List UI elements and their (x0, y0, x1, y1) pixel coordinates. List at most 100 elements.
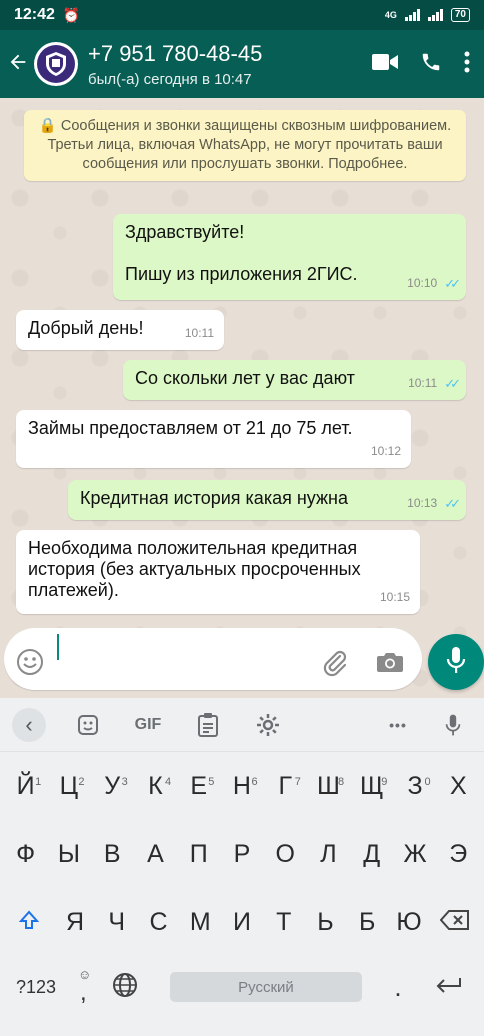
key[interactable]: Н6 (220, 766, 263, 806)
backspace-icon (439, 910, 469, 930)
key[interactable]: У3 (91, 766, 134, 806)
text-caret (57, 634, 59, 660)
key[interactable]: М (179, 902, 221, 942)
key-label: Щ (360, 772, 384, 800)
key-hint: 4 (164, 776, 172, 788)
key-label: Ш (317, 772, 340, 800)
key[interactable]: С (138, 902, 180, 942)
camera-icon[interactable] (376, 650, 404, 679)
key-row-2: Ф Ы В А П Р О Л Д Ж Э (0, 820, 484, 888)
message-bubble[interactable]: Необходима положительная кредитная истор… (16, 530, 420, 614)
system-nav-bar (0, 1022, 484, 1036)
key[interactable]: Ь (305, 902, 347, 942)
more-menu-icon[interactable] (464, 51, 470, 78)
key[interactable]: З0 (393, 766, 436, 806)
key-hint: 8 (338, 776, 345, 788)
enter-key[interactable] (418, 977, 480, 998)
key[interactable]: Ж (393, 834, 436, 874)
key[interactable]: Щ9 (350, 766, 393, 806)
shift-key[interactable] (4, 902, 54, 942)
key[interactable]: Э (437, 834, 480, 874)
key[interactable]: Ы (47, 834, 90, 874)
contact-info[interactable]: +7 951 780-48-45 был(-а) сегодня в 10:47 (88, 41, 262, 88)
avatar[interactable] (34, 42, 78, 86)
keyboard-toolbar: ‹ GIF ••• (0, 698, 484, 752)
chat-header: +7 951 780-48-45 был(-а) сегодня в 10:47 (0, 30, 484, 98)
microphone-icon (446, 646, 466, 679)
settings-gear-icon[interactable] (238, 713, 298, 737)
message-text: Необходима положительная кредитная истор… (28, 538, 361, 600)
backspace-key[interactable] (430, 902, 480, 942)
key-hint: 1 (35, 776, 42, 788)
key[interactable]: Т (263, 902, 305, 942)
gif-button[interactable]: GIF (118, 716, 178, 734)
read-ticks-icon: ✓✓ (444, 376, 461, 391)
message-meta: 10:10 ✓✓ (407, 273, 461, 294)
key[interactable]: Ю (388, 902, 430, 942)
key-hint: 6 (251, 776, 258, 788)
globe-icon[interactable] (102, 972, 148, 1003)
key-hint: 5 (208, 776, 215, 788)
chat-area[interactable]: 🔒 Сообщения и звонки защищены сквозным ш… (0, 98, 484, 698)
emoji-icon[interactable] (16, 648, 44, 681)
key[interactable]: Б (346, 902, 388, 942)
key[interactable]: Ф (4, 834, 47, 874)
key[interactable]: П (177, 834, 220, 874)
voice-record-button[interactable] (428, 634, 484, 690)
space-key[interactable]: Русский (170, 972, 362, 1002)
video-call-icon[interactable] (372, 53, 398, 76)
key-label: Ц (59, 772, 79, 800)
key[interactable]: К4 (134, 766, 177, 806)
back-arrow-icon[interactable] (4, 48, 32, 80)
clipboard-icon[interactable] (178, 712, 238, 738)
message-bubble[interactable]: Со скольки лет у вас дают 10:11 ✓✓ (123, 360, 466, 400)
voice-call-icon[interactable] (420, 51, 442, 78)
key[interactable]: Д (350, 834, 393, 874)
key-label: Х (449, 772, 467, 800)
key[interactable]: Е5 (177, 766, 220, 806)
key[interactable]: А (134, 834, 177, 874)
key[interactable]: Р (220, 834, 263, 874)
key-label: З (407, 772, 423, 800)
period-key[interactable]: . (378, 972, 418, 1003)
message-meta: 10:15 (380, 587, 410, 608)
key[interactable]: Я (54, 902, 96, 942)
message-bubble[interactable]: Кредитная история какая нужна 10:13 ✓✓ (68, 480, 466, 520)
chevron-left-icon[interactable]: ‹ (12, 707, 46, 742)
key-hint: 2 (78, 776, 85, 788)
key[interactable]: О (264, 834, 307, 874)
key[interactable]: Г7 (264, 766, 307, 806)
comma-label: , (80, 979, 87, 1006)
sticker-icon[interactable] (58, 713, 118, 737)
attach-icon[interactable] (320, 648, 350, 683)
status-bar: 12:42 ⏰ 4G 70 (0, 0, 484, 30)
more-options-button[interactable]: ••• (368, 717, 428, 733)
key[interactable]: Ш8 (307, 766, 350, 806)
message-bubble[interactable]: Здравствуйте! Пишу из приложения 2ГИС. 1… (113, 214, 466, 300)
comma-key[interactable]: ☺ , (68, 967, 102, 1007)
message-text: Кредитная история какая нужна (80, 488, 348, 508)
key[interactable]: И (221, 902, 263, 942)
message-meta: 10:13 ✓✓ (407, 493, 461, 514)
encryption-notice[interactable]: 🔒 Сообщения и звонки защищены сквозным ш… (24, 110, 466, 181)
key[interactable]: Й1 (4, 766, 47, 806)
key[interactable]: Л (307, 834, 350, 874)
battery-icon: 70 (450, 8, 470, 22)
voice-input-icon[interactable] (428, 713, 478, 737)
key[interactable]: В (91, 834, 134, 874)
key-label: У (104, 772, 121, 800)
message-bubble[interactable]: Добрый день! 10:11 (16, 310, 224, 350)
key[interactable]: Ц2 (47, 766, 90, 806)
message-bubble[interactable]: Займы предоставляем от 21 до 75 лет. 10:… (16, 410, 411, 468)
key-hint: 0 (424, 776, 431, 788)
key[interactable]: Ч (96, 902, 138, 942)
message-meta: 10:11 (185, 323, 214, 344)
key-row-3: Я Ч С М И Т Ь Б Ю (0, 888, 484, 956)
message-time: 10:15 (379, 590, 410, 604)
key[interactable]: Х (437, 766, 480, 806)
key-row-1: Й1 Ц2 У3 К4 Е5 Н6 Г7 Ш8 Щ9 З0 Х (0, 752, 484, 820)
key-hint: 7 (294, 776, 301, 788)
symbols-key[interactable]: ?123 (4, 977, 68, 998)
message-time: 10:13 (407, 496, 438, 510)
message-input[interactable] (4, 628, 422, 690)
